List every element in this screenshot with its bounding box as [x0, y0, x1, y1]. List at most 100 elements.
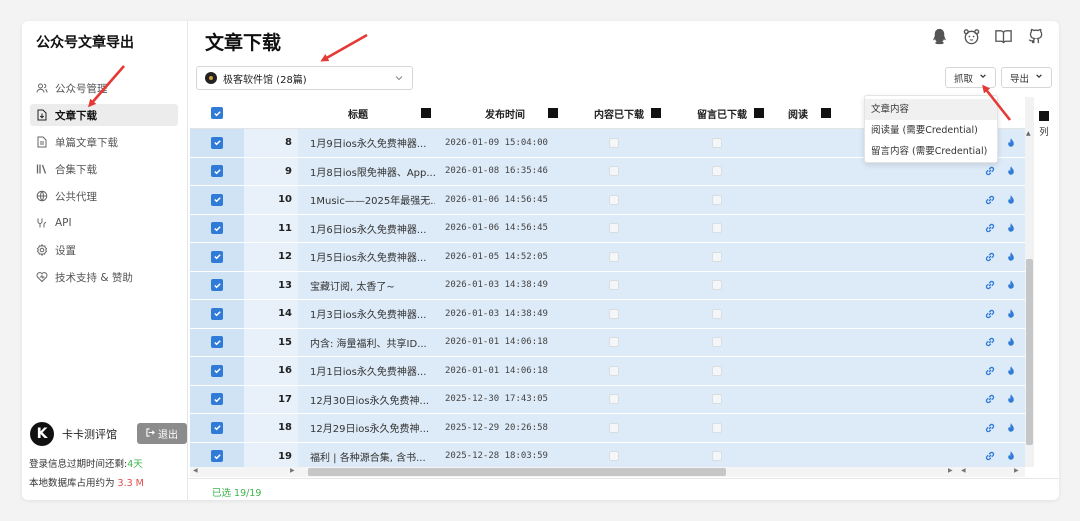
- row-title[interactable]: 1月9日ios永久免费神器...: [298, 129, 435, 157]
- export-button[interactable]: 导出: [1001, 67, 1052, 88]
- row-select-cell[interactable]: [190, 328, 244, 356]
- row-checkbox[interactable]: [211, 136, 223, 149]
- header-title[interactable]: 标题: [298, 97, 435, 129]
- row-checkbox[interactable]: [211, 393, 223, 406]
- row-checkbox[interactable]: [211, 165, 223, 178]
- wechat-bear-icon[interactable]: [962, 27, 981, 46]
- flame-icon[interactable]: [1005, 165, 1017, 177]
- table-row[interactable]: 14 1月3日ios永久免费神器... 2026-01-03 14:38:49: [190, 300, 1025, 329]
- docs-book-icon[interactable]: [994, 27, 1013, 46]
- link-icon[interactable]: [984, 422, 996, 434]
- row-checkbox[interactable]: [211, 336, 223, 349]
- link-icon[interactable]: [984, 450, 996, 462]
- row-select-cell[interactable]: [190, 129, 244, 157]
- table-row[interactable]: 11 1月6日ios永久免费神器... 2026-01-06 14:56:45: [190, 214, 1025, 243]
- sidebar-item-document[interactable]: 单篇文章下载: [30, 131, 178, 153]
- header-comments-downloaded[interactable]: 留言已下载: [665, 97, 768, 129]
- flame-icon[interactable]: [1005, 308, 1017, 320]
- header-select-all[interactable]: [190, 97, 244, 129]
- table-row[interactable]: 19 福利 | 各种源合集, 含书... 2025-12-28 18:03:59: [190, 442, 1025, 467]
- row-select-cell[interactable]: [190, 414, 244, 442]
- row-checkbox[interactable]: [211, 364, 223, 377]
- row-select-cell[interactable]: [190, 186, 244, 214]
- row-select-cell[interactable]: [190, 442, 244, 467]
- vertical-scrollbar-thumb[interactable]: [1026, 259, 1033, 445]
- link-icon[interactable]: [984, 308, 996, 320]
- table-row[interactable]: 18 12月29日ios永久免费神... 2025-12-29 20:26:58: [190, 414, 1025, 443]
- row-select-cell[interactable]: [190, 357, 244, 385]
- vertical-scrollbar[interactable]: ▲: [1025, 97, 1034, 467]
- row-title[interactable]: 1月3日ios永久免费神器...: [298, 300, 435, 328]
- row-checkbox[interactable]: [211, 279, 223, 292]
- scroll-right-arrow-icon[interactable]: ▶: [1014, 467, 1019, 474]
- columns-panel[interactable]: 列: [1036, 111, 1052, 138]
- row-select-cell[interactable]: [190, 385, 244, 413]
- horizontal-scrollbar[interactable]: ◀ ▶ ▶ ◀ ▶: [190, 467, 1025, 477]
- sidebar-item-api[interactable]: API: [30, 212, 178, 234]
- row-select-cell[interactable]: [190, 271, 244, 299]
- table-row[interactable]: 16 1月1日ios永久免费神器... 2026-01-01 14:06:18: [190, 357, 1025, 386]
- row-title[interactable]: 12月30日ios永久免费神...: [298, 385, 435, 413]
- table-row[interactable]: 12 1月5日ios永久免费神器... 2026-01-05 14:52:05: [190, 243, 1025, 272]
- row-select-cell[interactable]: [190, 300, 244, 328]
- select-all-checkbox[interactable]: [211, 107, 223, 119]
- logout-button[interactable]: 退出: [137, 423, 187, 444]
- account-select[interactable]: 极客软件馆 (28篇): [196, 66, 413, 90]
- header-date-filter-icon[interactable]: [548, 108, 558, 118]
- horizontal-scrollbar-thumb[interactable]: [308, 468, 726, 476]
- header-reads[interactable]: 阅读: [768, 97, 835, 129]
- row-title[interactable]: 12月29日ios永久免费神...: [298, 414, 435, 442]
- link-icon[interactable]: [984, 194, 996, 206]
- dropdown-item[interactable]: 文章内容: [865, 99, 997, 120]
- dropdown-item[interactable]: 阅读量 (需要Credential): [865, 120, 997, 141]
- scroll-up-arrow-icon[interactable]: ▲: [1026, 130, 1031, 137]
- row-checkbox[interactable]: [211, 222, 223, 235]
- qq-icon[interactable]: [930, 27, 949, 46]
- flame-icon[interactable]: [1005, 251, 1017, 263]
- flame-icon[interactable]: [1005, 336, 1017, 348]
- flame-icon[interactable]: [1005, 365, 1017, 377]
- header-date[interactable]: 发布时间: [435, 97, 562, 129]
- sidebar-item-gear[interactable]: 设置: [30, 239, 178, 261]
- link-icon[interactable]: [984, 336, 996, 348]
- table-row[interactable]: 17 12月30日ios永久免费神... 2025-12-30 17:43:05: [190, 385, 1025, 414]
- scroll-left-arrow-icon[interactable]: ◀: [193, 467, 198, 474]
- fetch-button[interactable]: 抓取: [945, 67, 996, 88]
- table-row[interactable]: 15 内含: 海量福利、共享ID... 2026-01-01 14:06:18: [190, 328, 1025, 357]
- row-title[interactable]: 1月5日ios永久免费神器...: [298, 243, 435, 271]
- row-title[interactable]: 内含: 海量福利、共享ID...: [298, 328, 435, 356]
- scroll-right-arrow-icon[interactable]: ▶: [290, 467, 295, 474]
- header-title-filter-icon[interactable]: [421, 108, 431, 118]
- github-icon[interactable]: [1026, 27, 1045, 46]
- row-checkbox[interactable]: [211, 193, 223, 206]
- flame-icon[interactable]: [1005, 450, 1017, 462]
- header-comments-filter-icon[interactable]: [754, 108, 764, 118]
- flame-icon[interactable]: [1005, 393, 1017, 405]
- link-icon[interactable]: [984, 393, 996, 405]
- flame-icon[interactable]: [1005, 194, 1017, 206]
- row-title[interactable]: 1月1日ios永久免费神器...: [298, 357, 435, 385]
- row-checkbox[interactable]: [211, 250, 223, 263]
- row-checkbox[interactable]: [211, 307, 223, 320]
- link-icon[interactable]: [984, 279, 996, 291]
- row-title[interactable]: 1Music——2025年最强无...: [298, 186, 435, 214]
- sidebar-item-file-download[interactable]: 文章下载: [30, 104, 178, 126]
- header-content-filter-icon[interactable]: [651, 108, 661, 118]
- scroll-right-arrow-icon[interactable]: ▶: [948, 467, 953, 474]
- row-select-cell[interactable]: [190, 157, 244, 185]
- table-row[interactable]: 13 宝藏订阅, 太香了~ 2026-01-03 14:38:49: [190, 271, 1025, 300]
- row-checkbox[interactable]: [211, 450, 223, 463]
- row-select-cell[interactable]: [190, 214, 244, 242]
- flame-icon[interactable]: [1005, 137, 1017, 149]
- row-title[interactable]: 福利 | 各种源合集, 含书...: [298, 442, 435, 467]
- sidebar-item-heart[interactable]: 技术支持 & 赞助: [30, 266, 178, 288]
- flame-icon[interactable]: [1005, 279, 1017, 291]
- table-row[interactable]: 10 1Music——2025年最强无... 2026-01-06 14:56:45: [190, 186, 1025, 215]
- row-title[interactable]: 1月6日ios永久免费神器...: [298, 214, 435, 242]
- sidebar-item-library[interactable]: 合集下载: [30, 158, 178, 180]
- row-title[interactable]: 1月8日ios限免神器、App...: [298, 157, 435, 185]
- link-icon[interactable]: [984, 365, 996, 377]
- header-reads-filter-icon[interactable]: [821, 108, 831, 118]
- row-checkbox[interactable]: [211, 421, 223, 434]
- flame-icon[interactable]: [1005, 222, 1017, 234]
